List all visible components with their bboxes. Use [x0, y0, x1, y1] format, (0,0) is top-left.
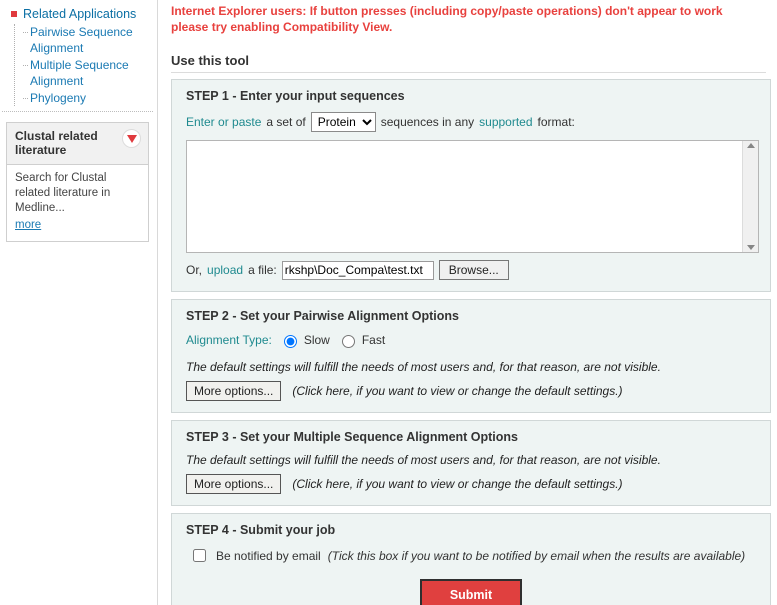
email-notification-row: Be notified by email (Tick this box if y…: [189, 546, 759, 565]
literature-panel: Clustal related literature Search for Cl…: [6, 122, 149, 242]
email-notification-label: Be notified by email: [216, 548, 321, 563]
step4-title: STEP 4 - Submit your job: [186, 523, 759, 537]
prompt-end-text: format:: [537, 115, 575, 129]
alignment-type-row: Alignment Type: Slow Fast: [186, 332, 759, 348]
literature-panel-body: Search for Clustal related literature in…: [7, 165, 148, 241]
step4-title-dash: -: [228, 523, 240, 537]
ie-compatibility-warning: Internet Explorer users: If button press…: [171, 4, 723, 34]
sequence-type-select[interactable]: Protein DNA RNA: [310, 112, 376, 132]
step1-panel: STEP 1 - Enter your input sequences Ente…: [171, 79, 771, 292]
sidebar-item-label: Pairwise Sequence Alignment: [30, 25, 133, 55]
step2-title: STEP 2 - Set your Pairwise Alignment Opt…: [186, 309, 759, 323]
radio-slow-label: Slow: [303, 333, 330, 347]
step2-title-dash: -: [228, 309, 240, 323]
radio-fast[interactable]: [341, 335, 355, 348]
submit-row: Submit: [183, 579, 759, 605]
file-upload-row: Or, upload a file: Browse...: [186, 260, 759, 280]
step3-title-dash: -: [228, 430, 240, 444]
enter-or-paste-link[interactable]: Enter or paste: [186, 115, 261, 129]
email-notification-checkbox[interactable]: [193, 549, 206, 562]
step3-more-options-button[interactable]: More options...: [186, 474, 282, 494]
page-title: Use this tool: [171, 53, 250, 68]
step3-more-options-hint: (Click here, if you want to view or chan…: [292, 477, 623, 491]
prompt-after-text: sequences in any: [380, 115, 475, 129]
step3-more-options-row: More options... (Click here, if you want…: [186, 474, 759, 494]
sidebar-item-phylogeny[interactable]: Phylogeny: [23, 90, 147, 106]
prompt-mid-text: a set of: [266, 115, 306, 129]
triangle-down-glyph: [126, 134, 137, 143]
step2-title-number: STEP 2: [186, 309, 229, 323]
literature-panel-header: Clustal related literature: [7, 123, 148, 165]
literature-panel-title: Clustal related literature: [15, 129, 98, 157]
step3-title-text: Set your Multiple Sequence Alignment Opt…: [239, 430, 519, 444]
sidebar-item-label: Multiple Sequence Alignment: [30, 58, 129, 88]
radio-fast-label: Fast: [361, 333, 386, 347]
submit-button[interactable]: Submit: [419, 579, 523, 605]
square-bullet-icon: [11, 11, 17, 17]
browse-button[interactable]: Browse...: [438, 260, 509, 280]
sidebar-item-multiple-sequence-alignment[interactable]: Multiple Sequence Alignment: [23, 57, 147, 89]
step4-title-text: Submit your job: [239, 523, 336, 537]
step1-prompt-row: Enter or paste a set of Protein DNA RNA …: [186, 112, 759, 132]
sequence-textarea-wrapper: [186, 140, 759, 253]
supported-formats-link[interactable]: supported: [479, 115, 532, 129]
scroll-up-arrow-icon[interactable]: [746, 143, 755, 148]
alignment-type-label: Alignment Type:: [186, 333, 272, 347]
step2-more-options-row: More options... (Click here, if you want…: [186, 381, 759, 401]
step1-title-number: STEP 1: [186, 89, 229, 103]
upload-suffix-text: a file:: [248, 263, 277, 277]
step2-default-note: The default settings will fulfill the ne…: [186, 360, 661, 374]
step3-title: STEP 3 - Set your Multiple Sequence Alig…: [186, 430, 759, 444]
page-root: Related Applications Pairwise Sequence A…: [0, 0, 777, 605]
alignment-type-slow-option[interactable]: Slow: [279, 332, 330, 348]
step1-title: STEP 1 - Enter your input sequences: [186, 89, 759, 103]
step3-default-note: The default settings will fulfill the ne…: [186, 453, 661, 467]
sequence-input[interactable]: [186, 140, 759, 253]
step2-more-options-hint: (Click here, if you want to view or chan…: [292, 384, 623, 398]
step1-title-text: Enter your input sequences: [239, 89, 405, 103]
collapse-triangle-icon[interactable]: [122, 129, 141, 148]
file-path-input[interactable]: [281, 260, 434, 280]
radio-slow[interactable]: [283, 335, 297, 348]
title-divider: [171, 72, 766, 73]
email-notification-hint: (Tick this box if you want to be notifie…: [327, 548, 746, 563]
sidebar-root-label: Related Applications: [23, 7, 137, 21]
step2-panel: STEP 2 - Set your Pairwise Alignment Opt…: [171, 299, 771, 413]
step3-panel: STEP 3 - Set your Multiple Sequence Alig…: [171, 420, 771, 506]
step1-title-dash: -: [228, 89, 240, 103]
sidebar-nav-block: Related Applications Pairwise Sequence A…: [2, 0, 153, 112]
sidebar-item-pairwise-sequence-alignment[interactable]: Pairwise Sequence Alignment: [23, 24, 147, 56]
sidebar: Related Applications Pairwise Sequence A…: [0, 0, 158, 605]
alignment-type-fast-option[interactable]: Fast: [337, 332, 385, 348]
upload-prefix-text: Or,: [186, 263, 203, 277]
scroll-down-arrow-icon[interactable]: [746, 245, 755, 250]
step2-title-text: Set your Pairwise Alignment Options: [239, 309, 459, 323]
step2-more-options-button[interactable]: More options...: [186, 381, 282, 401]
step4-title-number: STEP 4: [186, 523, 229, 537]
literature-description: Search for Clustal related literature in…: [15, 172, 111, 214]
sidebar-item-related-applications[interactable]: Related Applications: [8, 6, 147, 22]
sidebar-sublist: Pairwise Sequence Alignment Multiple Seq…: [14, 24, 147, 106]
literature-more-link[interactable]: more: [15, 218, 41, 233]
textarea-scrollbar[interactable]: [742, 141, 758, 252]
step3-title-number: STEP 3: [186, 430, 229, 444]
main-content: Internet Explorer users: If button press…: [158, 0, 777, 605]
upload-link[interactable]: upload: [207, 263, 243, 277]
sidebar-item-label: Phylogeny: [30, 91, 87, 105]
tool-form: STEP 1 - Enter your input sequences Ente…: [171, 79, 771, 605]
step4-panel: STEP 4 - Submit your job Be notified by …: [171, 513, 771, 605]
